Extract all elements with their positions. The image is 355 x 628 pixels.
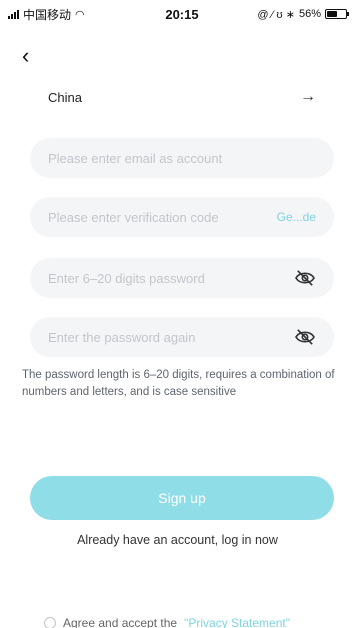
wifi-icon: ◠: [75, 8, 85, 21]
sign-up-button[interactable]: Sign up: [30, 476, 334, 520]
email-field[interactable]: Please enter email as account: [30, 138, 334, 178]
country-selector[interactable]: China →: [30, 77, 334, 117]
battery-fill: [326, 11, 338, 17]
sign-up-label: Sign up: [158, 490, 206, 506]
password-again-placeholder: Enter the password again: [48, 329, 196, 345]
battery-percent: 56%: [298, 8, 321, 20]
code-placeholder: Please enter verification code: [48, 209, 219, 225]
login-link[interactable]: Already have an account, log in now: [0, 533, 355, 547]
back-button[interactable]: ‹: [22, 45, 29, 67]
agree-text: Agree and accept the: [63, 616, 178, 628]
password-placeholder: Enter 6–20 digits password: [48, 270, 205, 286]
status-time: 20:15: [165, 6, 199, 22]
status-left: 中国移动 ◠: [8, 6, 85, 23]
privacy-statement-link[interactable]: "Privacy Statement": [184, 616, 290, 628]
chevron-left-icon: ‹: [22, 43, 30, 68]
status-bar: 中国移动 ◠ 20:15 @ ⁄ ʊ ∗ 56%: [0, 0, 355, 28]
country-value: China: [48, 89, 82, 105]
status-right: @ ⁄ ʊ ∗ 56%: [257, 8, 349, 21]
get-code-button[interactable]: Ge...de: [277, 210, 316, 224]
eye-off-icon[interactable]: [294, 269, 316, 287]
battery-icon: [324, 9, 349, 19]
agree-radio[interactable]: [44, 617, 56, 628]
agreement-row: Agree and accept the "Privacy Statement": [44, 615, 290, 628]
password-confirm-field[interactable]: Enter the password again: [30, 317, 334, 357]
signal-icon: [8, 9, 19, 19]
eye-off-icon[interactable]: [294, 328, 316, 346]
status-icons: @ ⁄ ʊ ∗: [257, 8, 295, 21]
carrier-label: 中国移动: [23, 7, 72, 22]
verification-code-field[interactable]: Please enter verification code Ge...de: [30, 197, 334, 237]
arrow-right-icon: →: [300, 88, 316, 105]
password-field[interactable]: Enter 6–20 digits password: [30, 258, 334, 298]
password-hint: The password length is 6–20 digits, requ…: [22, 369, 335, 398]
email-placeholder: Please enter email as account: [48, 150, 223, 166]
